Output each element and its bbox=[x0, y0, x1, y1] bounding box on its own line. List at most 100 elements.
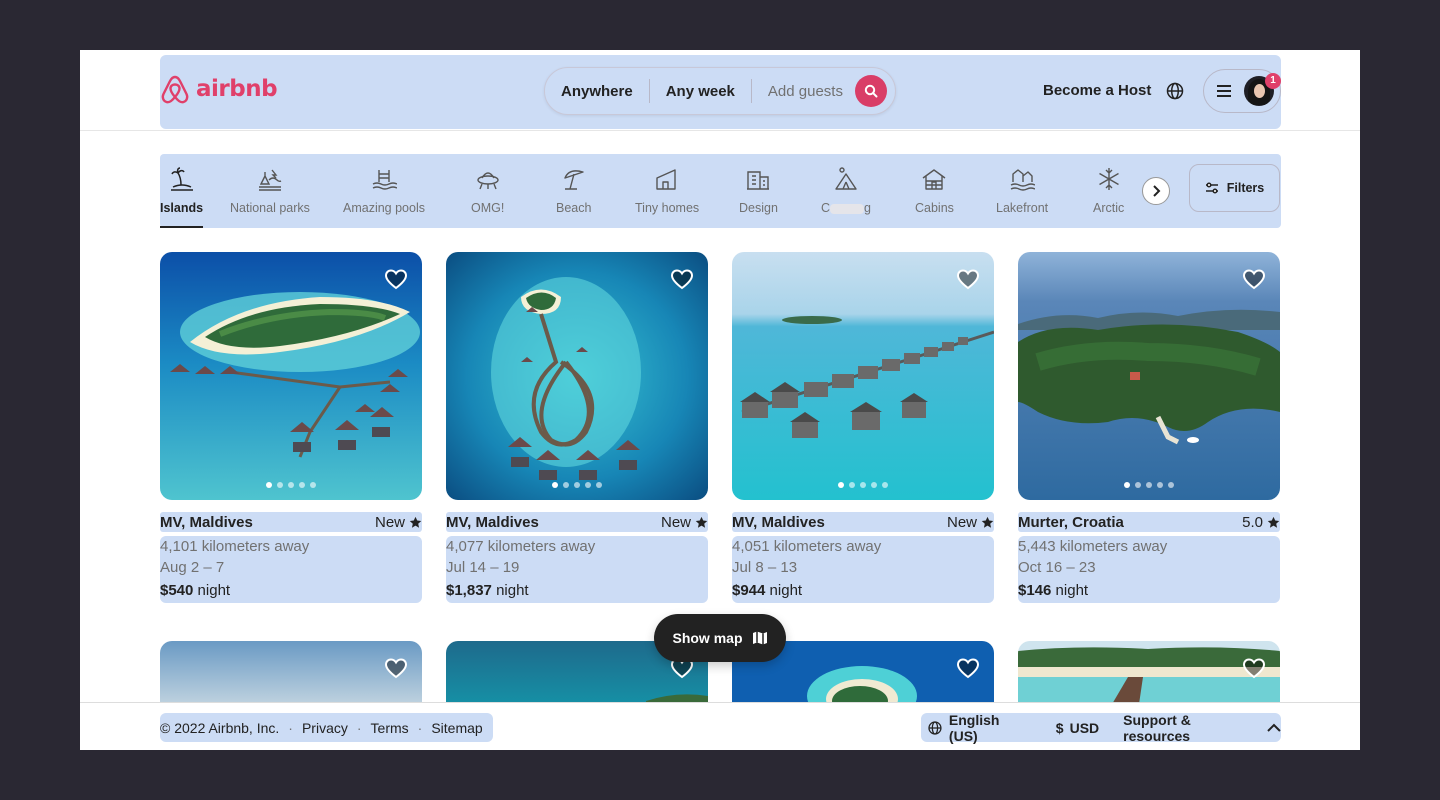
map-icon bbox=[752, 631, 767, 645]
category-label: Beach bbox=[556, 201, 592, 215]
become-host-link[interactable]: Become a Host bbox=[1043, 82, 1151, 99]
listing-photo[interactable] bbox=[446, 252, 708, 500]
listing-photo-image bbox=[1018, 252, 1280, 500]
listing-dates: Jul 8 – 13 bbox=[732, 559, 798, 576]
category-design[interactable]: Design bbox=[739, 154, 778, 228]
listing-photo[interactable] bbox=[732, 252, 994, 500]
category-arctic[interactable]: Arctic bbox=[1093, 154, 1124, 228]
listing-card[interactable]: MV, Maldives New 4,051 kilometers away J… bbox=[732, 252, 994, 603]
copyright: © 2022 Airbnb, Inc. bbox=[160, 719, 280, 736]
star-icon bbox=[695, 516, 708, 528]
listing-details: 4,051 kilometers away Jul 8 – 13 $944 ni… bbox=[732, 536, 994, 603]
listing-details: 4,077 kilometers away Jul 14 – 19 $1,837… bbox=[446, 536, 708, 603]
listing-distance: 4,051 kilometers away bbox=[732, 538, 882, 555]
listing-distance: 4,077 kilometers away bbox=[446, 538, 596, 555]
category-national-parks[interactable]: National parks bbox=[230, 154, 310, 228]
listing-card-partial[interactable] bbox=[1018, 641, 1280, 711]
category-label: Cg bbox=[821, 201, 871, 215]
show-map-label: Show map bbox=[672, 630, 743, 646]
search-add-guests[interactable]: Add guests bbox=[752, 83, 859, 100]
globe-icon bbox=[928, 720, 942, 735]
photo-pagination bbox=[732, 482, 994, 488]
separator-dot: · bbox=[288, 719, 293, 736]
heart-icon[interactable] bbox=[1242, 656, 1266, 680]
listing-photo-image bbox=[160, 252, 422, 500]
heart-icon[interactable] bbox=[670, 267, 694, 291]
listing-card[interactable]: MV, Maldives New 4,101 kilometers away A… bbox=[160, 252, 422, 603]
category-cabins[interactable]: Cabins bbox=[915, 154, 954, 228]
listing-title-row: MV, Maldives New bbox=[160, 512, 422, 532]
listing-photo[interactable] bbox=[160, 252, 422, 500]
separator-dot: · bbox=[417, 719, 423, 736]
heart-icon[interactable] bbox=[384, 267, 408, 291]
heart-icon[interactable] bbox=[956, 656, 980, 680]
listing-photo-image bbox=[160, 641, 422, 711]
header-divider bbox=[80, 130, 1360, 131]
listing-rating: 5.0 bbox=[1242, 514, 1280, 531]
listing-card-partial[interactable] bbox=[160, 641, 422, 711]
search-icon bbox=[864, 84, 878, 98]
top-header: airbnb Anywhere Any week Add guests Beco… bbox=[160, 55, 1281, 129]
cabin-icon bbox=[923, 169, 946, 190]
star-icon bbox=[981, 516, 994, 528]
listing-distance: 5,443 kilometers away bbox=[1018, 538, 1168, 555]
listing-dates: Aug 2 – 7 bbox=[160, 559, 225, 576]
privacy-link[interactable]: Privacy bbox=[302, 720, 348, 736]
heart-icon[interactable] bbox=[384, 656, 408, 680]
language-selector[interactable]: English (US) bbox=[927, 712, 1032, 744]
heart-icon[interactable] bbox=[956, 267, 980, 291]
listing-photo-image bbox=[446, 252, 708, 500]
listing-dates: Oct 16 – 23 bbox=[1018, 559, 1096, 576]
tiny-home-icon bbox=[656, 169, 676, 190]
listing-price: $540 night bbox=[160, 582, 231, 599]
category-beach[interactable]: Beach bbox=[556, 154, 591, 228]
star-icon bbox=[409, 516, 422, 528]
camping-icon bbox=[835, 167, 857, 190]
listing-price: $146 night bbox=[1018, 582, 1089, 599]
currency-selector[interactable]: $ USD bbox=[1056, 720, 1099, 736]
category-label: Lakefront bbox=[996, 201, 1049, 215]
listing-location: Murter, Croatia bbox=[1018, 513, 1124, 531]
search-any-week[interactable]: Any week bbox=[650, 83, 751, 100]
footer-links: © 2022 Airbnb, Inc. · Privacy · Terms · … bbox=[160, 713, 493, 742]
airbnb-logo[interactable]: airbnb bbox=[160, 73, 278, 105]
national-park-icon bbox=[258, 169, 282, 191]
separator-dot: · bbox=[356, 719, 362, 736]
globe-icon[interactable] bbox=[1165, 81, 1185, 101]
category-lakefront[interactable]: Lakefront bbox=[996, 154, 1048, 228]
photo-pagination bbox=[446, 482, 708, 488]
category-bar: Islands National parks Amazing pools OMG… bbox=[160, 154, 1281, 228]
currency-symbol: $ bbox=[1055, 719, 1064, 736]
show-map-button[interactable]: Show map bbox=[654, 614, 786, 662]
search-anywhere[interactable]: Anywhere bbox=[545, 83, 649, 100]
listing-details: 5,443 kilometers away Oct 16 – 23 $146 n… bbox=[1018, 536, 1280, 603]
listing-location: MV, Maldives bbox=[732, 513, 825, 531]
listing-card[interactable]: Murter, Croatia 5.0 5,443 kilometers awa… bbox=[1018, 252, 1280, 603]
category-label: Cabins bbox=[915, 201, 954, 215]
support-resources-button[interactable]: Support & resources bbox=[1123, 712, 1281, 744]
language-label: English (US) bbox=[948, 711, 1000, 744]
search-bar[interactable]: Anywhere Any week Add guests bbox=[544, 67, 896, 115]
photo-pagination bbox=[160, 482, 422, 488]
beach-umbrella-icon bbox=[564, 170, 584, 190]
sliders-icon bbox=[1205, 182, 1218, 194]
listing-card[interactable]: MV, Maldives New 4,077 kilometers away J… bbox=[446, 252, 708, 603]
listing-price: $944 night bbox=[732, 582, 803, 599]
categories-next-button[interactable] bbox=[1142, 177, 1170, 205]
category-amazing-pools[interactable]: Amazing pools bbox=[343, 154, 425, 228]
filters-button[interactable]: Filters bbox=[1189, 164, 1280, 212]
category-camping[interactable]: Cg bbox=[821, 154, 871, 228]
listing-photo[interactable] bbox=[1018, 252, 1280, 500]
category-tiny-homes[interactable]: Tiny homes bbox=[635, 154, 699, 228]
listing-photo-image bbox=[732, 252, 994, 500]
listing-location: MV, Maldives bbox=[446, 513, 539, 531]
heart-icon[interactable] bbox=[1242, 267, 1266, 291]
listing-photo-image bbox=[1018, 641, 1280, 711]
terms-link[interactable]: Terms bbox=[371, 720, 409, 736]
category-islands[interactable]: Islands bbox=[160, 154, 204, 228]
category-omg[interactable]: OMG! bbox=[471, 154, 504, 228]
airbnb-logo-icon bbox=[161, 75, 189, 104]
search-button[interactable] bbox=[855, 75, 887, 107]
photo-pagination bbox=[1018, 482, 1280, 488]
sitemap-link[interactable]: Sitemap bbox=[431, 720, 482, 736]
